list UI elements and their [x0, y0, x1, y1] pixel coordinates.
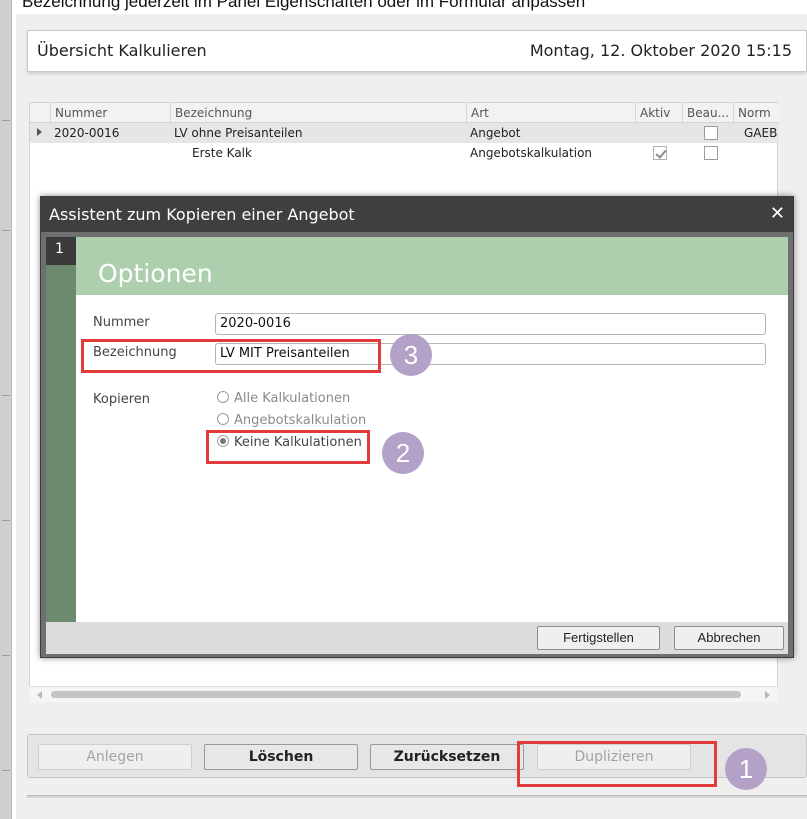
cancel-button[interactable]: Abbrechen	[674, 626, 784, 650]
options-content: Optionen Nummer 2020-0016 Bezeichnung LV…	[76, 237, 788, 622]
row-indicator-icon	[37, 128, 42, 136]
dialog-title: Assistent zum Kopieren einer Angebot	[49, 205, 355, 224]
cell-art: Angebot	[470, 126, 521, 140]
cell-norm: GAEB	[744, 126, 778, 140]
highlight-duplicate	[517, 741, 717, 787]
scroll-left-icon[interactable]	[37, 691, 42, 699]
column-header-aktiv[interactable]: Aktiv	[635, 103, 682, 123]
cell-bezeichnung: LV ohne Preisanteilen	[174, 126, 303, 140]
radio-button[interactable]	[217, 413, 229, 425]
highlight-bezeichnung	[81, 339, 381, 373]
page-header: Übersicht Kalkulieren Montag, 12. Oktobe…	[27, 30, 807, 72]
left-panel-edge	[0, 0, 12, 819]
radio-label: Angebotskalkulation	[234, 413, 367, 428]
edge-tick	[2, 120, 10, 121]
edge-tick	[2, 770, 10, 771]
copy-wizard-dialog: Assistent zum Kopieren einer Angebot ✕ 1…	[40, 196, 794, 658]
dialog-footer: Fertigstellen Abbrechen	[46, 622, 788, 654]
dialog-titlebar: Assistent zum Kopieren einer Angebot ✕	[41, 197, 793, 232]
horizontal-scrollbar[interactable]	[29, 686, 778, 702]
instruction-caption: Bezeichnung jederzeit im Panel Eigenscha…	[22, 0, 586, 11]
bottom-divider	[27, 795, 807, 798]
options-header: Optionen	[76, 237, 788, 295]
kopieren-label: Kopieren	[93, 392, 150, 407]
column-header-bezeichnung[interactable]: Bezeichnung	[170, 103, 466, 123]
reset-button[interactable]: Zurücksetzen	[370, 744, 524, 770]
scrollbar-thumb[interactable]	[51, 691, 741, 698]
table-row[interactable]: Erste Kalk Angebotskalkulation	[30, 143, 779, 163]
column-header-nummer[interactable]: Nummer	[50, 103, 170, 123]
section-title: Optionen	[98, 259, 213, 288]
grid-header: Nummer Bezeichnung Art Aktiv Beau... Nor…	[30, 103, 779, 123]
cell-nummer: 2020-0016	[54, 126, 120, 140]
radio-alle-kalkulationen[interactable]: Alle Kalkulationen	[217, 391, 350, 406]
edge-tick	[2, 230, 10, 231]
step-badge-1: 1	[725, 748, 767, 790]
nummer-label: Nummer	[93, 315, 150, 330]
step-badge-3: 3	[390, 334, 432, 376]
radio-label: Alle Kalkulationen	[234, 391, 351, 406]
delete-button[interactable]: Löschen	[204, 744, 358, 770]
edge-tick	[2, 395, 10, 396]
edge-tick	[2, 655, 10, 656]
column-header-beau[interactable]: Beau...	[682, 103, 733, 123]
highlight-keine-kalkulationen	[206, 430, 370, 464]
close-icon[interactable]: ✕	[770, 203, 785, 224]
column-header-norm[interactable]: Norm	[733, 103, 779, 123]
column-header-art[interactable]: Art	[466, 103, 635, 123]
create-button[interactable]: Anlegen	[38, 744, 192, 770]
table-row[interactable]: 2020-0016 LV ohne Preisanteilen Angebot …	[30, 123, 779, 143]
beau-checkbox[interactable]	[704, 146, 718, 160]
step-number: 1	[46, 237, 76, 265]
aktiv-checkbox[interactable]	[653, 146, 667, 160]
cell-art: Angebotskalkulation	[470, 146, 593, 160]
page-title: Übersicht Kalkulieren	[37, 41, 207, 60]
cell-bezeichnung: Erste Kalk	[192, 146, 252, 160]
step-sidebar	[46, 237, 76, 622]
finish-button[interactable]: Fertigstellen	[537, 626, 660, 650]
header-datetime: Montag, 12. Oktober 2020 15:15	[529, 41, 792, 60]
step-badge-2: 2	[382, 432, 424, 474]
edge-tick	[2, 520, 10, 521]
nummer-field[interactable]: 2020-0016	[215, 313, 766, 335]
beau-checkbox[interactable]	[704, 126, 718, 140]
scroll-right-icon[interactable]	[765, 691, 770, 699]
radio-angebotskalkulation[interactable]: Angebotskalkulation	[217, 413, 366, 428]
radio-button[interactable]	[217, 391, 229, 403]
